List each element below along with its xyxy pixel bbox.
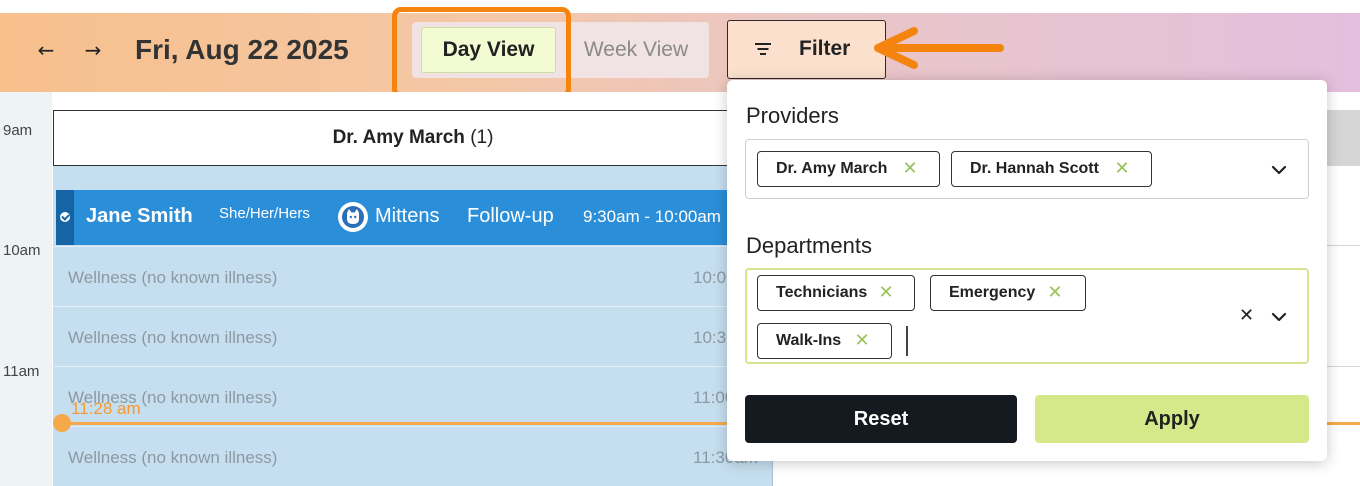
text-cursor [906,326,908,356]
reset-button[interactable]: Reset [745,395,1017,443]
provider-chip: Dr. Amy March ✕ [757,151,940,187]
appointment-count: (1) [470,127,494,148]
arrow-right-icon: → [84,38,102,62]
appointment-type: Follow-up [467,205,554,227]
department-chip: Walk-Ins ✕ [757,323,892,359]
filter-button-label: Filter [799,37,851,60]
slot-title: Wellness (no known illness) [68,268,278,287]
appointment-time: 9:30am - 10:00am [583,207,721,226]
next-day-button[interactable]: → [81,36,105,64]
provider-column-header[interactable]: Dr. Amy March (1) [53,110,773,166]
chip-label: Walk-Ins [776,332,842,349]
day-view-button[interactable]: Day View [421,27,556,73]
department-chip: Technicians ✕ [757,275,915,311]
remove-chip-icon[interactable]: ✕ [901,160,919,178]
open-slot[interactable]: Wellness (no known illness) 10:30am [53,306,773,366]
patient-name: Jane Smith [86,205,193,227]
remove-chip-icon[interactable]: ✕ [1046,284,1064,302]
apply-button[interactable]: Apply [1035,395,1309,443]
open-slot[interactable]: Wellness (no known illness) 11:00am [53,366,773,426]
open-slot[interactable]: Wellness (no known illness) 11:30am [53,426,773,486]
appointment-card[interactable]: Jane Smith She/Her/Hers Mittens Follow-u… [56,190,773,245]
time-label-10am: 10am [3,242,41,259]
departments-select[interactable]: Technicians ✕ Emergency ✕ Walk-Ins ✕ ✕ [745,268,1309,364]
pet-name: Mittens [375,205,440,227]
open-slot[interactable]: Wellness (no known illness) 10:00am [53,246,773,306]
appointment-status-strip [56,190,74,245]
department-chip: Emergency ✕ [930,275,1086,311]
patient-pronouns: She/Her/Hers [219,205,310,222]
provider-chip: Dr. Hannah Scott ✕ [951,151,1152,187]
clear-all-icon[interactable]: ✕ [1239,305,1254,326]
chip-label: Dr. Amy March [776,160,888,177]
departments-label: Departments [746,233,872,258]
current-date: Fri, Aug 22 2025 [135,34,349,65]
chip-label: Emergency [949,284,1036,301]
chip-label: Dr. Hannah Scott [970,160,1099,177]
chip-label: Technicians [776,284,868,301]
remove-chip-icon[interactable]: ✕ [877,284,895,302]
time-label-11am: 11am [3,363,40,380]
filter-lines-icon [755,43,771,57]
current-time-dot [53,414,71,432]
chevron-down-icon[interactable] [1271,309,1287,325]
check-circle-icon [60,212,70,222]
cat-icon [338,202,368,232]
providers-select[interactable]: Dr. Amy March ✕ Dr. Hannah Scott ✕ [745,139,1309,199]
current-time-label: 11:28 am [71,399,141,418]
filter-panel: Providers Dr. Amy March ✕ Dr. Hannah Sco… [727,80,1327,461]
chevron-down-icon[interactable] [1271,162,1287,178]
week-view-button[interactable]: Week View [572,27,700,73]
slot-title: Wellness (no known illness) [68,328,278,347]
time-label-9am: 9am [3,122,33,139]
arrow-left-icon: ← [37,38,55,62]
slot-title: Wellness (no known illness) [68,448,278,467]
time-gutter [0,92,52,486]
providers-label: Providers [746,103,839,128]
remove-chip-icon[interactable]: ✕ [1113,160,1131,178]
previous-day-button[interactable]: ← [34,36,58,64]
remove-chip-icon[interactable]: ✕ [853,332,871,350]
provider-name: Dr. Amy March [332,127,465,148]
top-strip [0,0,1360,13]
filter-button[interactable]: Filter [727,20,886,79]
annotation-arrow-icon [874,27,1004,69]
app-window: ← → Fri, Aug 22 2025 Day View Week View … [0,0,1360,486]
